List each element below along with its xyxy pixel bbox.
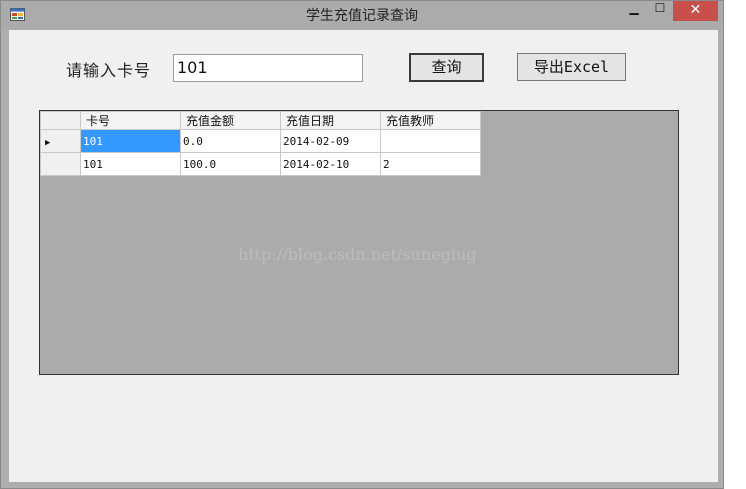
card-number-input[interactable]: 101	[173, 54, 363, 82]
table-cell[interactable]	[380, 129, 481, 153]
main-window: 学生充值记录查询 ▁ ☐ ✕ 请输入卡号 101 查询 导出Excel http…	[0, 0, 724, 489]
table-cell[interactable]: 101	[80, 129, 181, 153]
header-row: 卡号 充值金额 充值日期 充值教师	[40, 111, 481, 130]
row-header-corner[interactable]	[40, 111, 81, 130]
close-button[interactable]: ✕	[673, 1, 718, 21]
row-header[interactable]: ▶	[40, 129, 81, 153]
column-header-amount[interactable]: 充值金额	[180, 111, 281, 130]
column-header-teacher[interactable]: 充值教师	[380, 111, 481, 130]
table-cell[interactable]: 2014-02-09	[280, 129, 381, 153]
query-button[interactable]: 查询	[409, 53, 484, 82]
minimize-icon: ▁	[629, 1, 639, 15]
window-title: 学生充值记录查询	[306, 8, 418, 24]
table-cell[interactable]: 2	[380, 152, 481, 176]
table-cell[interactable]: 2014-02-10	[280, 152, 381, 176]
watermark: http://blog.csdn.net/sunegiug	[238, 245, 477, 264]
maximize-icon: ☐	[654, 1, 666, 15]
row-header[interactable]	[40, 152, 81, 176]
table-row[interactable]: ▶ 101 0.0 2014-02-09	[40, 129, 481, 153]
records-table: 卡号 充值金额 充值日期 充值教师 ▶ 101 0.0 2014-02-09 1…	[40, 111, 481, 176]
table-cell[interactable]: 0.0	[180, 129, 281, 153]
table-cell[interactable]: 100.0	[180, 152, 281, 176]
current-row-arrow-icon: ▶	[45, 137, 51, 148]
minimize-button[interactable]: ▁	[621, 1, 647, 21]
column-header-card[interactable]: 卡号	[80, 111, 181, 130]
card-number-label: 请输入卡号	[66, 61, 152, 80]
table-cell[interactable]: 101	[80, 152, 181, 176]
close-icon: ✕	[689, 2, 702, 18]
recharge-records-grid[interactable]: http://blog.csdn.net/sunegiug 卡号 充值金额 充值…	[39, 110, 679, 375]
title-bar[interactable]: 学生充值记录查询 ▁ ☐ ✕	[1, 1, 723, 30]
column-header-date[interactable]: 充值日期	[280, 111, 381, 130]
export-excel-button[interactable]: 导出Excel	[517, 53, 626, 81]
table-row[interactable]: 101 100.0 2014-02-10 2	[40, 152, 481, 176]
form-client-area: 请输入卡号 101 查询 导出Excel http://blog.csdn.ne…	[9, 30, 718, 482]
maximize-button[interactable]: ☐	[647, 1, 673, 21]
